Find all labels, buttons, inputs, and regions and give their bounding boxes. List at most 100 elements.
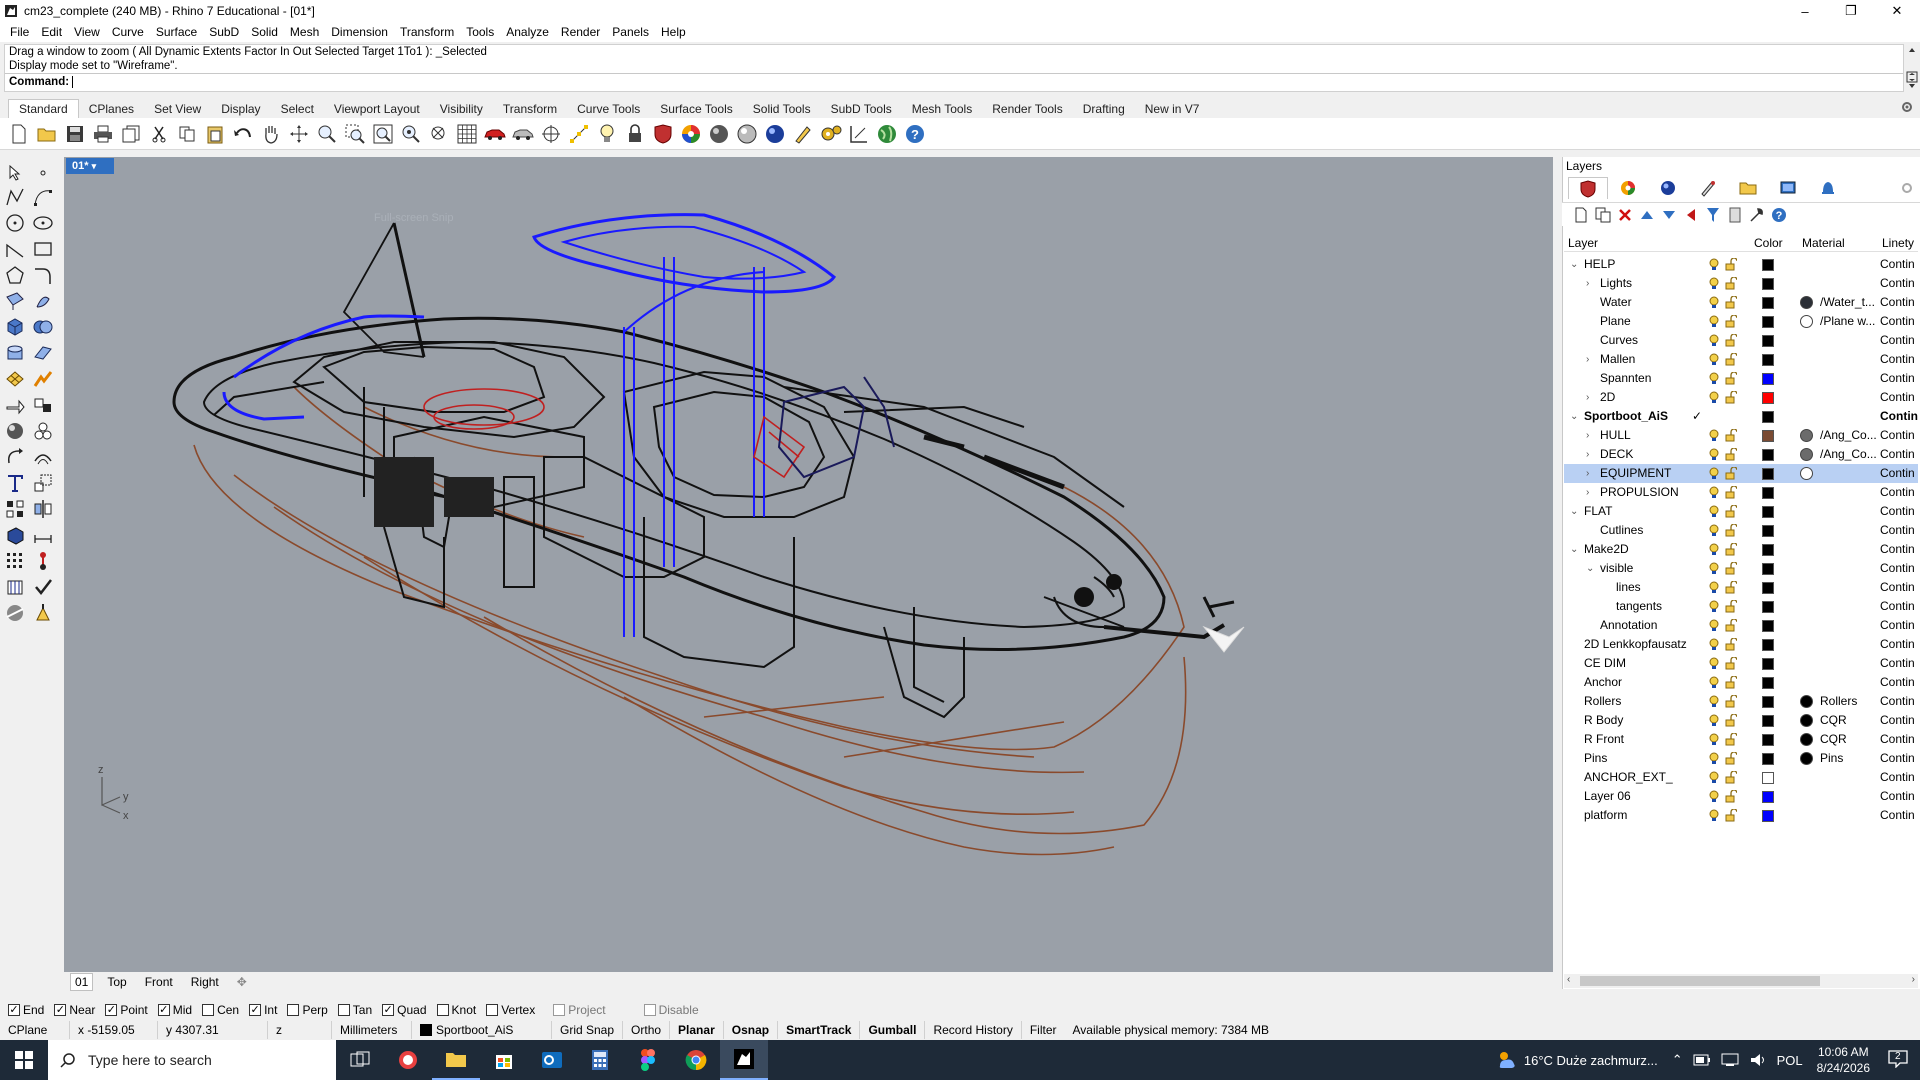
osnap-checkbox[interactable]: ✓ [157, 1004, 170, 1016]
weather-icon[interactable] [1496, 1050, 1518, 1070]
array-icon[interactable] [4, 498, 26, 520]
text-icon[interactable] [4, 472, 26, 494]
layer-row[interactable]: R Front CQR Contin [1564, 730, 1918, 749]
store-icon[interactable] [480, 1040, 528, 1080]
layer-name[interactable]: Plane [1600, 312, 1631, 331]
menu-curve[interactable]: Curve [106, 25, 150, 39]
layer-color-swatch[interactable] [1762, 354, 1774, 366]
sphere-white-icon[interactable] [736, 123, 758, 145]
scale-icon[interactable] [32, 472, 54, 494]
osnap-checkbox[interactable] [337, 1004, 350, 1016]
clock[interactable]: 10:06 AM 8/24/2026 [1817, 1044, 1870, 1076]
libraries-tab-icon[interactable] [1728, 177, 1768, 199]
filter-icon[interactable] [1704, 206, 1722, 224]
expand-chevron-icon[interactable]: › [1586, 388, 1596, 407]
unlock-icon[interactable] [1725, 562, 1737, 575]
layer-material-name[interactable]: Pins [1820, 749, 1843, 768]
layer-row[interactable]: platform Contin [1564, 806, 1918, 825]
chevron-up-icon[interactable]: ⌃ [1672, 1052, 1683, 1068]
layer-name[interactable]: Spannten [1600, 369, 1651, 388]
expand-chevron-icon[interactable]: › [1586, 464, 1596, 483]
flash-render-icon[interactable] [32, 368, 54, 390]
select-arrow-icon[interactable] [4, 162, 26, 184]
unlock-icon[interactable] [1725, 809, 1737, 822]
visibility-bulb-icon[interactable] [1708, 619, 1720, 632]
properties-tab-icon[interactable] [1608, 177, 1648, 199]
gear-icon[interactable] [1900, 100, 1914, 114]
layer-states-icon[interactable] [1726, 206, 1744, 224]
layer-name[interactable]: Layer 06 [1584, 787, 1631, 806]
material-swatch-icon[interactable] [1800, 695, 1813, 708]
layer-row[interactable]: › HULL/Ang_Co... Contin [1564, 426, 1918, 445]
scroll-left-icon[interactable]: ‹ [1567, 974, 1570, 985]
layer-linetype[interactable]: Contin [1880, 578, 1915, 597]
arc-icon[interactable] [4, 238, 26, 260]
undo-icon[interactable] [232, 123, 254, 145]
osnap-checkbox[interactable] [486, 1004, 499, 1016]
curve-control-points-icon[interactable] [32, 186, 54, 208]
visibility-bulb-icon[interactable] [1708, 809, 1720, 822]
osnap-quad[interactable]: ✓ Quad [382, 1003, 427, 1017]
layer-row[interactable]: CE DIM Contin [1564, 654, 1918, 673]
loft-icon[interactable] [32, 342, 54, 364]
unlock-icon[interactable] [1725, 600, 1737, 613]
layer-linetype[interactable]: Contin [1880, 331, 1915, 350]
grid-snap-toggle[interactable]: Grid Snap [552, 1021, 624, 1039]
layer-row[interactable]: ⌄ HELP Contin [1564, 255, 1918, 274]
unlock-icon[interactable] [1725, 505, 1737, 518]
layer-linetype[interactable]: Contin [1880, 616, 1915, 635]
menu-view[interactable]: View [68, 25, 106, 39]
tab-new-in-v7[interactable]: New in V7 [1135, 100, 1210, 118]
zoom-extents-icon[interactable] [372, 123, 394, 145]
viewport-tab-top[interactable]: Top [103, 974, 130, 990]
tab-cplanes[interactable]: CPlanes [79, 100, 144, 118]
unlock-icon[interactable] [1725, 543, 1737, 556]
unlock-icon[interactable] [1725, 391, 1737, 404]
collapse-chevron-icon[interactable]: ⌄ [1570, 255, 1580, 274]
layer-name[interactable]: Curves [1600, 331, 1638, 350]
expand-chevron-icon[interactable]: › [1586, 426, 1596, 445]
osnap-checkbox[interactable]: ✓ [249, 1004, 262, 1016]
column-material[interactable]: Material [1802, 236, 1845, 250]
notifications-button[interactable]: 2 [1888, 1049, 1908, 1071]
menu-transform[interactable]: Transform [394, 25, 460, 39]
layer-linetype[interactable]: Contin [1880, 369, 1915, 388]
outlook-icon[interactable] [528, 1040, 576, 1080]
visibility-bulb-icon[interactable] [1708, 676, 1720, 689]
osnap-checkbox[interactable]: ✓ [8, 1004, 20, 1016]
layer-linetype[interactable]: Contin [1880, 255, 1915, 274]
points-grid-icon[interactable] [4, 550, 26, 572]
viewport-tab-right[interactable]: Right [187, 974, 223, 990]
osnap-toggle[interactable]: Osnap [724, 1021, 779, 1039]
layer-linetype[interactable]: Contin [1880, 635, 1915, 654]
osnap-checkbox[interactable]: ✓ [382, 1004, 395, 1016]
add-viewport-tab-icon[interactable]: ✥ [233, 974, 251, 990]
color-wheel-icon[interactable] [680, 123, 702, 145]
osnap-disable[interactable]: Disable [643, 1003, 699, 1017]
layer-row[interactable]: › Mallen Contin [1564, 350, 1918, 369]
layer-row[interactable]: › PROPULSION Contin [1564, 483, 1918, 502]
unlock-icon[interactable] [1725, 277, 1737, 290]
mesh-icon[interactable] [4, 368, 26, 390]
move-icon[interactable] [4, 394, 26, 416]
layer-linetype[interactable]: Contin [1880, 749, 1915, 768]
point-icon[interactable] [32, 162, 54, 184]
gumball-toggle[interactable]: Gumball [860, 1021, 926, 1039]
layer-material-name[interactable]: /Plane w... [1820, 312, 1875, 331]
layer-name[interactable]: ANCHOR_EXT_ [1584, 768, 1673, 787]
visibility-bulb-icon[interactable] [1708, 258, 1720, 271]
layer-color-swatch[interactable] [1762, 639, 1774, 651]
viewport-tab-front[interactable]: Front [141, 974, 177, 990]
figma-icon[interactable] [624, 1040, 672, 1080]
layer-linetype[interactable]: Contin [1880, 597, 1915, 616]
command-scrollbar[interactable] [1904, 44, 1920, 92]
visibility-bulb-icon[interactable] [1708, 657, 1720, 670]
layer-linetype[interactable]: Contin [1880, 730, 1915, 749]
layer-row[interactable]: ⌄ Make2D Contin [1564, 540, 1918, 559]
circle-icon[interactable] [4, 212, 26, 234]
tab-render-tools[interactable]: Render Tools [982, 100, 1073, 118]
menu-mesh[interactable]: Mesh [284, 25, 325, 39]
visibility-bulb-icon[interactable] [1708, 695, 1720, 708]
delete-layer-icon[interactable] [1616, 206, 1634, 224]
visibility-bulb-icon[interactable] [1708, 429, 1720, 442]
